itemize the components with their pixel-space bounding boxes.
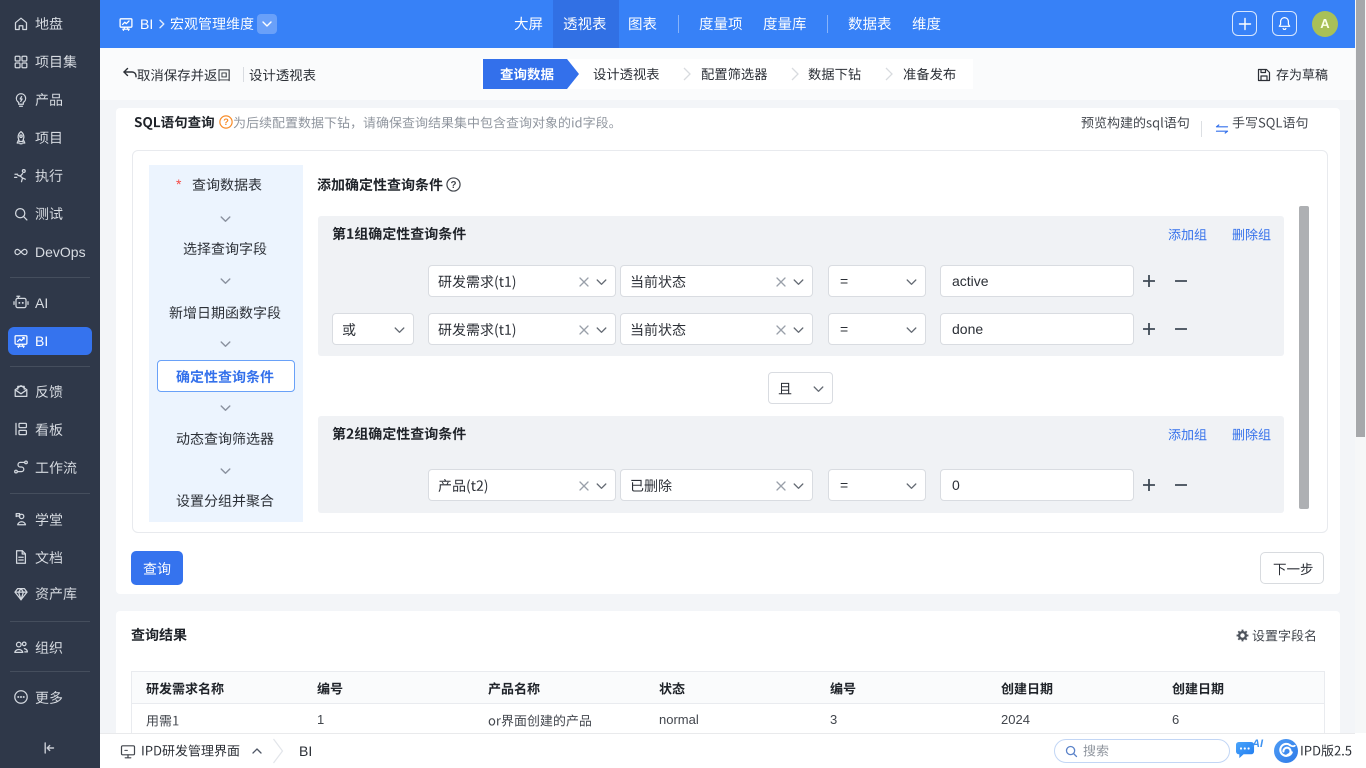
svg-text:?: ?	[223, 117, 229, 127]
svg-text:?: ?	[450, 180, 456, 191]
